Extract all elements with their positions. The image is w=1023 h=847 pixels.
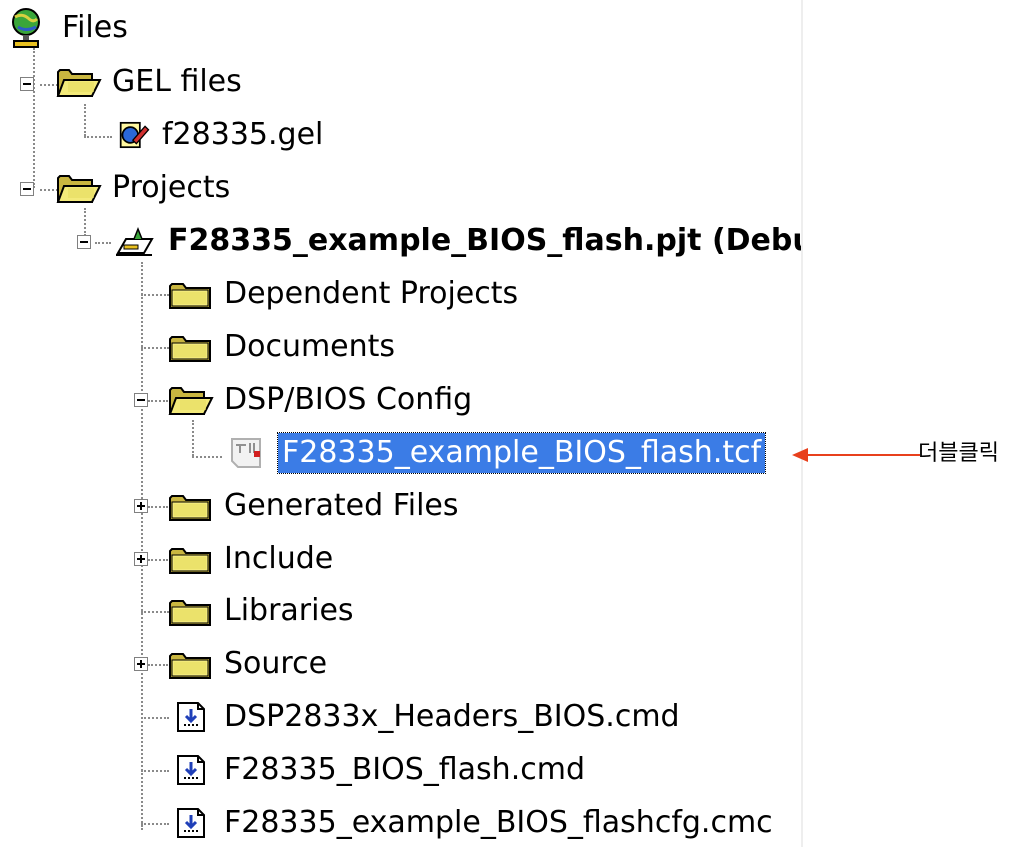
tree-node-label: Documents [224,329,396,364]
open-folder-icon [168,384,214,416]
expand-generated-files-button[interactable] [134,499,148,513]
tree-node-label: f28335.gel [162,117,324,152]
selected-tree-node-label: F28335_example_BIOS_flash.tcf [276,432,767,474]
collapse-projects-button[interactable] [20,182,34,196]
tree-guide [141,347,169,349]
tree-node-dsp-bios-config[interactable]: DSP/BIOS Config [168,378,476,422]
tree-node-label: F28335_example_BIOS_flashcfg.cmc [224,805,773,840]
tree-guide [141,294,169,296]
tree-node-label: GEL files [112,64,242,99]
expand-include-button[interactable] [134,552,148,566]
folder-icon [168,595,214,627]
tree-node-libraries[interactable]: Libraries [168,589,358,633]
tree-node-headers-cmd[interactable]: DSP2833x_Headers_BIOS.cmd [168,695,684,739]
project-icon [112,225,158,257]
tree-node-label: F28335_BIOS_flash.cmd [224,752,585,787]
tree-node-label: Include [224,541,334,576]
folder-icon [168,490,214,522]
tree-guide [141,717,169,719]
collapse-dsp-bios-config-button[interactable] [134,393,148,407]
tree-node-label: Source [224,646,328,681]
tree-node-source[interactable]: Source [168,642,331,686]
tree-node-label: Dependent Projects [224,276,519,311]
cmd-file-icon [168,754,214,786]
folder-icon [168,543,214,575]
tree-guide [148,559,168,561]
tree-node-files[interactable]: Files [6,6,132,50]
tree-node-label: DSP/BIOS Config [224,382,473,417]
tree-guide [141,611,169,613]
tree-guide [95,242,111,244]
tree-node-documents[interactable]: Documents [168,325,399,369]
tree-node-label: DSP2833x_Headers_BIOS.cmd [224,699,680,734]
tree-guide [192,420,194,456]
tree-node-label: Generated Files [224,488,459,523]
tree-guide [148,506,168,508]
config-file-icon [222,437,272,469]
tree-node-label: Libraries [224,593,354,628]
tree-node-projects[interactable]: Projects [56,166,234,210]
folder-icon [168,278,214,310]
tree-node-dependent-projects[interactable]: Dependent Projects [168,272,522,316]
gel-file-icon [112,119,152,151]
tree-node-flashcfg-cmd[interactable]: F28335_example_BIOS_flashcfg.cmc [168,801,777,845]
tree-node-gel-file[interactable]: f28335.gel [112,113,327,157]
tree-node-generated-files[interactable]: Generated Files [168,484,463,528]
file-tree-pane: Files GEL files f28335.gel Projects F283… [0,0,803,847]
tree-guide [84,104,86,136]
cmd-file-icon [168,701,214,733]
collapse-gel-files-button[interactable] [20,77,34,91]
folder-icon [168,331,214,363]
tree-guide [192,456,222,458]
tree-guide [84,208,86,236]
tree-node-label: Projects [112,170,231,205]
tree-node-tcf-file[interactable]: F28335_example_BIOS_flash.tcf [222,431,767,475]
folder-icon [168,648,214,680]
annotation-label: 더블클릭 [918,441,999,466]
open-folder-icon [56,172,102,204]
annotation-arrow [792,448,920,462]
tree-guide [84,136,112,138]
expand-source-button[interactable] [134,657,148,671]
tree-node-include[interactable]: Include [168,537,337,581]
tree-node-project[interactable]: F28335_example_BIOS_flash.pjt (Debu [112,219,803,263]
tree-node-gel-files[interactable]: GEL files [56,60,246,104]
tree-node-label: Files [62,10,128,45]
cmd-file-icon [168,807,214,839]
tree-node-flash-cmd[interactable]: F28335_BIOS_flash.cmd [168,748,589,792]
tree-guide [148,664,168,666]
open-folder-icon [56,66,102,98]
tree-guide [33,48,35,188]
tree-node-label: F28335_example_BIOS_flash.pjt (Debu [168,223,803,258]
collapse-project-button[interactable] [77,235,91,249]
files-globe-icon [6,5,52,51]
tree-guide [148,400,168,402]
tree-guide [141,823,169,825]
tree-guide [141,770,169,772]
